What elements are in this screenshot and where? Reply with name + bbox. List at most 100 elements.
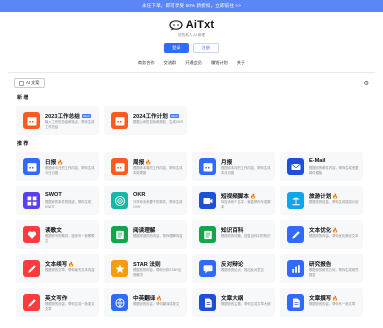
tool-card-title: 研究报告: [309, 260, 331, 268]
tool-card-title: E-Mail: [309, 158, 325, 164]
tool-card-title: 英文写作: [45, 294, 67, 302]
tool-card-desc: 根据你今日的工作内容，帮你生成今日日报: [45, 166, 95, 175]
doc-icon: [19, 80, 24, 86]
tool-card[interactable]: 研究报告 根据你的研究方向，帮你生成研究报告: [280, 254, 363, 283]
tool-card-title: OKR: [133, 192, 145, 198]
promo-text[interactable]: 永任下单，即可享受 50% 新折扣，立即前往 >>: [142, 3, 241, 9]
tool-card[interactable]: 日报🔥 根据你今日的工作内容，帮你生成今日日报: [16, 152, 99, 181]
tool-card-title: 知识百科: [221, 226, 243, 234]
tool-card-title: 2024工作计划 NEW: [133, 112, 179, 120]
promo-banner[interactable]: 永任下单，即可享受 50% 新折扣，立即前往 >>: [0, 0, 383, 12]
nav-group[interactable]: 交流群: [164, 60, 177, 66]
tool-card-title: 文本优化🔥: [309, 226, 339, 234]
tool-card-title: 日报🔥: [45, 158, 63, 166]
tool-card-desc: 根据你的论点，提出反对意见: [221, 268, 264, 272]
tool-card-desc: 根据你本月的工作内容，帮你生成本月月报: [221, 166, 271, 175]
tool-card[interactable]: 周报🔥 根据你本周的工作内容，帮你生成本周周报: [104, 152, 187, 181]
tool-card-desc: 根据你的文章，帮你续写文本内容: [45, 268, 95, 272]
tool-card[interactable]: 英文写作 根据你的内容，帮你生成一篇英文文章: [16, 288, 99, 317]
brand: AiTxt: [0, 19, 383, 31]
login-button[interactable]: 登录: [164, 43, 189, 53]
book-icon: [199, 226, 216, 243]
tool-card-desc: 根据你的主题，帮你生成文章大纲: [221, 302, 271, 306]
tool-card-desc: 根据你的内容，帮你优化美化文本: [309, 234, 359, 238]
tool-card-desc: 根据你的邮件内容，帮你生成完整邮件模板: [309, 166, 359, 175]
book-icon: [111, 226, 128, 243]
section-new-title: 新 增: [17, 95, 29, 101]
nav-earn[interactable]: 赚钱计划: [211, 60, 228, 66]
new-grid: 2023工作总结 NEW 输入工作的总结和特点，帮你生成工作总结 2024工作计划 NE…: [16, 106, 383, 135]
target-icon: [111, 192, 128, 209]
tool-card-title: 旅游计划🔥: [309, 192, 339, 200]
tool-card[interactable]: 月报 根据你本月的工作内容，帮你生成本月月报: [192, 152, 275, 181]
tool-card[interactable]: 阅读理解 根据你提供的内容，帮你理解内容: [104, 220, 187, 249]
tool-card-desc: 根据你提供的内容，帮你理解内容: [133, 234, 183, 238]
tool-card-title: 文章大纲: [221, 294, 243, 302]
tool-card[interactable]: 2023工作总结 NEW 输入工作的总结和特点，帮你生成工作总结: [16, 106, 99, 135]
tool-card[interactable]: SWOT 根据你的事件的描述，帮你生成SWOT: [16, 186, 99, 215]
beach-icon: [287, 192, 304, 209]
tool-card[interactable]: 读歌文 根据你写的歌词，给你写一篇歌歌文: [16, 220, 99, 249]
nav-membership[interactable]: 开通会员: [185, 60, 202, 66]
brand-name: AiTxt: [185, 19, 215, 31]
doc-icon: [199, 294, 216, 311]
tool-card-title: 读歌文: [45, 226, 62, 234]
header: AiTxt 您的私人 AI 助理 登录 注册 商务合作 交流群 开通会员 赚钱计…: [0, 19, 383, 66]
top-nav: 商务合作 交流群 开通会员 赚钱计划 关于: [0, 60, 383, 66]
register-button[interactable]: 注册: [192, 43, 219, 53]
tool-card-title: 周报🔥: [133, 158, 151, 166]
tool-card[interactable]: 文本续写🔥 根据你的文章，帮你续写文本内容: [16, 254, 99, 283]
toolbar: AI 文案 ⚙: [14, 77, 369, 89]
all-grid: 日报🔥 根据你今日的工作内容，帮你生成今日日报 周报🔥 根据你本周的工作内容，帮你生成…: [16, 152, 383, 317]
tool-card-title: 阅读理解: [133, 226, 155, 234]
tool-card-title: 月报: [221, 158, 232, 166]
nav-business[interactable]: 商务合作: [138, 60, 155, 66]
tool-card[interactable]: 文章撰写🔥 根据你的内容，帮你写一篇文章: [280, 288, 363, 317]
tool-card[interactable]: E-Mail 根据你的邮件内容，帮你生成完整邮件模板: [280, 152, 363, 181]
calendar-icon: [199, 158, 216, 175]
tool-card-title: 2023工作总结 NEW: [45, 112, 91, 120]
tool-card-desc: 你告诉你个名字，就能帮你写成脚本: [221, 200, 271, 209]
calendar-icon: [111, 112, 128, 129]
tool-card-desc: 根据你写的歌词，给你写一篇歌歌文: [45, 234, 95, 243]
tool-card[interactable]: 2024工作计划 NEW 根据公司的目标和规划，生成OKR: [104, 106, 187, 135]
nav-about[interactable]: 关于: [237, 60, 245, 66]
tool-card[interactable]: 反对辩论 根据你的论点，提出反对意见: [192, 254, 275, 283]
tool-card-title-text: SWOT: [45, 192, 62, 198]
category-tag-label: AI 文案: [26, 80, 40, 85]
tool-card[interactable]: 中英翻译🔥 根据你的内容，帮你翻译成英文: [104, 288, 187, 317]
tool-card-title: 中英翻译🔥: [133, 294, 163, 302]
new-badge: NEW: [81, 114, 91, 119]
tool-card-desc: 根据你的内容，帮你翻译成英文: [133, 302, 180, 306]
tool-card[interactable]: 短视频脚本🔥 你告诉你个名字，就能帮你写成脚本: [192, 186, 275, 215]
tool-card-desc: 输入工作的总结和特点，帮你生成工作总结: [45, 120, 95, 129]
tool-card-title-text: E-Mail: [309, 158, 326, 164]
category-tag[interactable]: AI 文案: [14, 78, 45, 88]
settings-icon[interactable]: ⚙: [364, 80, 369, 87]
pen-icon: [23, 294, 40, 311]
chart-icon: [287, 260, 304, 277]
video-icon: [199, 192, 216, 209]
tool-card[interactable]: 知识百科 根据你的问题，回答百科中的知识: [192, 220, 275, 249]
tool-card[interactable]: 文本优化🔥 根据你的内容，帮你优化美化文本: [280, 220, 363, 249]
grid-icon: [23, 192, 40, 209]
mail-icon: [287, 158, 304, 175]
divider: [8, 72, 375, 73]
tool-card[interactable]: 旅游计划🔥 根据你的信息，帮你生成旅游计划: [280, 186, 363, 215]
tool-card-desc: 根据你的问题，回答百科中的知识: [221, 234, 271, 238]
heart-icon: [23, 226, 40, 243]
tool-card[interactable]: OKR 分享你未来要干的事情，帮你生成OKR: [104, 186, 187, 215]
tool-card[interactable]: STAR 法则 根据你的内容，帮你分析STAR法则解决: [104, 254, 187, 283]
tool-card-title-text: OKR: [133, 192, 146, 198]
globe-icon: [111, 294, 128, 311]
tool-card-desc: 根据你的信息，帮你生成旅游计划: [309, 200, 359, 204]
tool-card-title: 短视频脚本🔥: [221, 192, 256, 200]
auth-buttons: 登录 注册: [0, 43, 383, 53]
pen-icon: [23, 260, 40, 277]
calendar-icon: [23, 112, 40, 129]
tool-card[interactable]: 文章大纲 根据你的主题，帮你生成文章大纲: [192, 288, 275, 317]
chat-bubble-logo-icon: [169, 19, 183, 30]
tool-card-desc: 根据你的内容，帮你写一篇文章: [309, 302, 356, 306]
calendar-icon: [111, 158, 128, 175]
tool-card-title: 反对辩论: [221, 260, 243, 268]
